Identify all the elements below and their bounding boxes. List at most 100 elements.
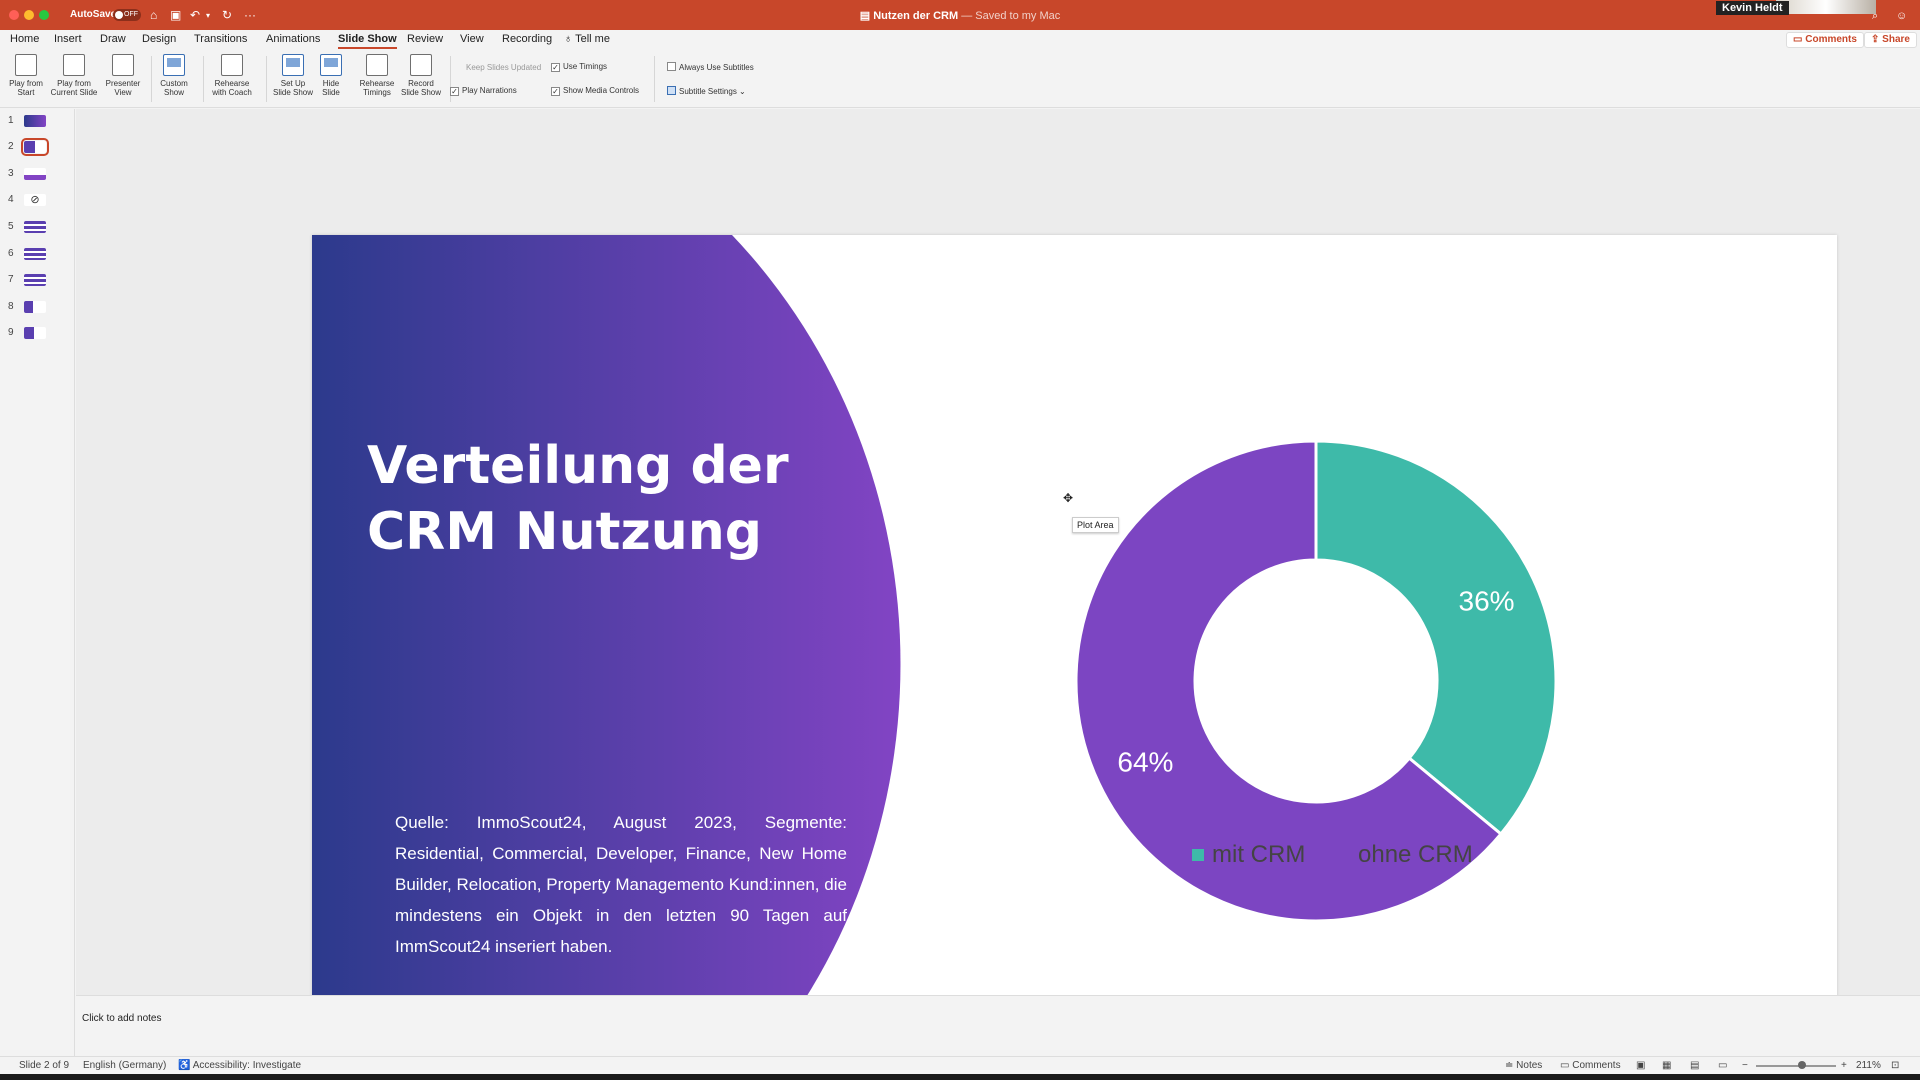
slide-counter: Slide 2 of 9 — [19, 1060, 70, 1071]
slide-number: 8 — [8, 301, 14, 312]
custom-show-button[interactable]: Custom Show — [148, 54, 200, 97]
tab-view[interactable]: View — [460, 33, 484, 45]
slide-thumbnail[interactable]: 5 — [8, 219, 68, 235]
subtitle-icon — [667, 86, 676, 95]
slide-thumbnail[interactable]: 3 — [8, 166, 68, 182]
checkmark-icon: ✓ — [551, 63, 560, 72]
checkmark-icon: ✓ — [551, 87, 560, 96]
tab-home[interactable]: Home — [10, 33, 39, 45]
slide-preview — [24, 248, 46, 260]
show-media-controls-label: Show Media Controls — [563, 86, 640, 95]
slide-preview — [24, 301, 46, 313]
slide-thumbnail[interactable]: 9 — [8, 325, 68, 341]
notes-pane[interactable]: Click to add notes — [76, 995, 1920, 1056]
custom-show-label: Custom Show — [160, 79, 188, 97]
play-narrations-checkbox[interactable]: ✓ Play Narrations — [450, 86, 517, 96]
chevron-down-icon: ⌄ — [739, 87, 746, 96]
slide-preview — [24, 274, 46, 286]
checkmark-icon: ✓ — [450, 87, 459, 96]
chart-slices — [1074, 439, 1558, 923]
tab-animations[interactable]: Animations — [266, 33, 320, 45]
data-label[interactable]: 64% — [1117, 746, 1173, 777]
play-current-slide-button[interactable]: Play from Current Slide — [48, 54, 100, 97]
lightbulb-icon: ♁ — [564, 33, 573, 45]
language-indicator[interactable]: English (Germany) — [83, 1060, 166, 1071]
slide-sorter-icon[interactable]: ▦ — [1662, 1060, 1671, 1071]
tab-insert[interactable]: Insert — [54, 33, 82, 45]
tab-design[interactable]: Design — [142, 33, 176, 45]
legend-label[interactable]: ohne CRM — [1358, 841, 1473, 868]
legend-label[interactable]: mit CRM — [1212, 841, 1305, 868]
data-label[interactable]: 36% — [1459, 586, 1515, 617]
play-from-start-button[interactable]: Play from Start — [0, 54, 52, 97]
slide-thumbnail[interactable]: 2 — [8, 138, 68, 156]
ribbon: Play from Start Play from Current Slide … — [0, 50, 1920, 108]
slide-title-line-1: Verteilung der — [367, 436, 789, 496]
play-current-label: Play from Current Slide — [50, 79, 98, 97]
always-use-subtitles-checkbox[interactable]: Always Use Subtitles — [667, 62, 754, 72]
tab-recording[interactable]: Recording — [502, 33, 552, 45]
donut-chart[interactable]: 36% 64% mit CRM ohne CRM — [1012, 385, 1712, 985]
slide-thumbnail[interactable]: 8 — [8, 299, 68, 315]
use-timings-checkbox[interactable]: ✓ Use Timings — [551, 62, 607, 72]
presenter-view-label: Presenter View — [105, 79, 141, 97]
comments-toggle[interactable]: ▭ Comments — [1560, 1060, 1621, 1071]
rehearse-with-coach-button[interactable]: Rehearse with Coach — [206, 54, 258, 97]
record-slide-show-button[interactable]: Record Slide Show — [395, 54, 447, 97]
accessibility-label: Accessibility: Investigate — [192, 1060, 302, 1071]
hide-slide-button[interactable]: Hide Slide — [305, 54, 357, 97]
slideshow-view-icon[interactable]: ▭ — [1718, 1060, 1727, 1071]
play-from-start-label: Play from Start — [9, 79, 43, 97]
accessibility-status[interactable]: ♿ Accessibility: Investigate — [178, 1060, 301, 1071]
always-use-subtitles-label: Always Use Subtitles — [679, 63, 754, 72]
title-bar: AutoSave OFF ⌂ ▣ ↶ ▾ ↻ ··· ▤ Nutzen der … — [0, 0, 1920, 30]
tab-draw[interactable]: Draw — [100, 33, 126, 45]
slide-preview: ⊘ — [24, 194, 46, 206]
document-name: Nutzen der CRM — [873, 10, 959, 22]
slide-canvas: Verteilung der CRM Nutzung Quelle: ImmoS… — [76, 109, 1920, 1080]
user-name: Kevin Heldt — [1716, 1, 1789, 15]
checkbox-empty-icon — [667, 62, 676, 71]
share-button[interactable]: ⇪ Share — [1864, 32, 1917, 48]
show-media-controls-checkbox[interactable]: ✓ Show Media Controls — [551, 86, 639, 96]
share-label: Share — [1882, 34, 1910, 45]
zoom-level[interactable]: 211% — [1856, 1060, 1881, 1071]
zoom-in-icon[interactable]: + — [1841, 1060, 1847, 1071]
play-narrations-label: Play Narrations — [462, 86, 517, 95]
notes-placeholder[interactable]: Click to add notes — [82, 1013, 162, 1024]
slide-preview — [24, 115, 46, 127]
zoom-slider[interactable] — [1756, 1065, 1836, 1067]
account-icon[interactable]: ☺ — [1896, 10, 1907, 22]
fit-to-window-icon[interactable]: ⊡ — [1891, 1060, 1899, 1071]
slide-thumbnail[interactable]: 6 — [8, 246, 68, 262]
slide-preview — [24, 221, 46, 233]
source-text[interactable]: Quelle: ImmoScout24, August 2023, Segmen… — [395, 807, 847, 962]
slide-thumbnail[interactable]: 4 ⊘ — [8, 192, 68, 208]
slide-number: 6 — [8, 248, 14, 259]
legend-swatch — [1338, 849, 1350, 861]
subtitle-settings-dropdown[interactable]: Subtitle Settings ⌄ — [667, 86, 746, 96]
use-timings-label: Use Timings — [563, 62, 608, 71]
normal-view-icon[interactable]: ▣ — [1636, 1060, 1645, 1071]
comments-button[interactable]: ▭ Comments — [1786, 32, 1864, 48]
slide-number: 2 — [8, 141, 14, 152]
notes-toggle[interactable]: ≐ Notes — [1505, 1060, 1542, 1071]
zoom-slider-thumb[interactable] — [1798, 1061, 1806, 1069]
donut-slice-mit-crm[interactable] — [1314, 439, 1558, 837]
slide-thumbnail[interactable]: 7 — [8, 272, 68, 288]
slide-number: 9 — [8, 327, 14, 338]
tab-slide-show[interactable]: Slide Show — [338, 33, 397, 49]
record-show-icon — [410, 54, 432, 76]
slide[interactable]: Verteilung der CRM Nutzung Quelle: ImmoS… — [312, 235, 1837, 1080]
slide-title[interactable]: Verteilung der CRM Nutzung — [367, 433, 847, 565]
tell-me[interactable]: ♁ Tell me — [564, 33, 610, 45]
tab-transitions[interactable]: Transitions — [194, 33, 247, 45]
presenter-view-button[interactable]: Presenter View — [97, 54, 149, 97]
reading-view-icon[interactable]: ▤ — [1690, 1060, 1699, 1071]
zoom-out-icon[interactable]: − — [1742, 1060, 1748, 1071]
document-title: ▤ Nutzen der CRM — Saved to my Mac — [0, 9, 1920, 22]
search-icon[interactable]: ⌕ — [1872, 10, 1878, 23]
accessibility-icon: ♿ — [178, 1060, 191, 1071]
tab-review[interactable]: Review — [407, 33, 443, 45]
slide-thumbnail[interactable]: 1 — [8, 113, 68, 129]
